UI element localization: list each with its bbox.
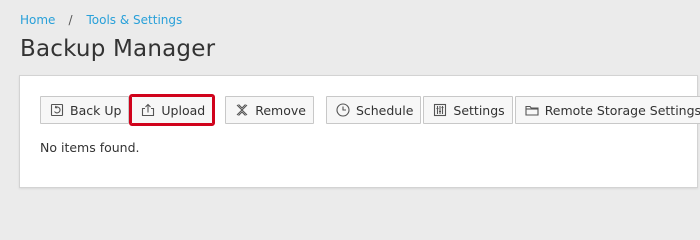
upload-button[interactable]: Upload bbox=[129, 94, 216, 126]
back-up-label: Back Up bbox=[70, 102, 122, 118]
page-title: Backup Manager bbox=[20, 36, 216, 62]
settings-label: Settings bbox=[453, 102, 505, 118]
clock-icon bbox=[335, 102, 351, 118]
sliders-icon bbox=[432, 102, 448, 118]
remove-icon bbox=[234, 102, 250, 118]
remove-label: Remove bbox=[255, 102, 306, 118]
breadcrumb: Home / Tools & Settings bbox=[20, 13, 182, 27]
upload-icon bbox=[140, 102, 156, 118]
remote-storage-settings-button[interactable]: Remote Storage Settings bbox=[514, 96, 700, 124]
remote-storage-settings-label: Remote Storage Settings bbox=[544, 102, 700, 118]
empty-list-message: No items found. bbox=[40, 140, 140, 155]
breadcrumb-separator: / bbox=[68, 13, 73, 27]
upload-label: Upload bbox=[161, 102, 206, 118]
remove-button[interactable]: Remove bbox=[225, 96, 314, 124]
backup-panel: Back Up Upload Remove Schedule Settings … bbox=[19, 75, 700, 188]
toolbar: Back Up Upload Remove Schedule Settings … bbox=[40, 94, 700, 126]
breadcrumb-tools-settings-link[interactable]: Tools & Settings bbox=[86, 13, 182, 27]
schedule-label: Schedule bbox=[355, 102, 414, 118]
back-up-button[interactable]: Back Up bbox=[40, 96, 130, 124]
breadcrumb-home-link[interactable]: Home bbox=[20, 13, 55, 27]
backup-icon bbox=[49, 102, 65, 118]
schedule-button[interactable]: Schedule bbox=[325, 96, 422, 124]
settings-button[interactable]: Settings bbox=[423, 96, 513, 124]
folder-icon bbox=[524, 102, 540, 118]
